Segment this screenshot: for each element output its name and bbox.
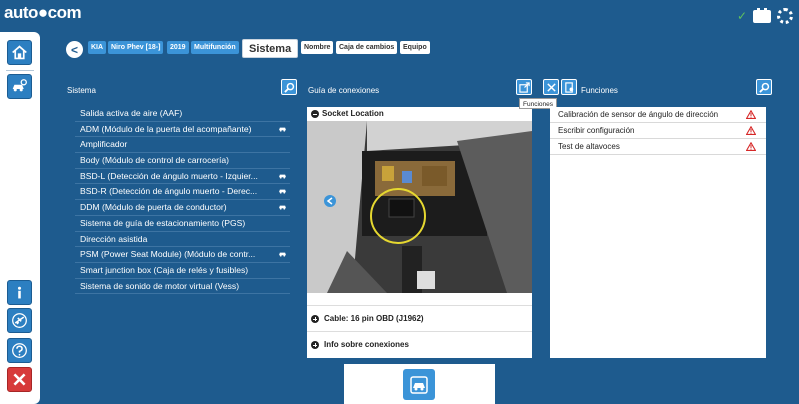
vehicle-connect-button[interactable] [403, 369, 435, 400]
loading-icon [777, 8, 793, 24]
funciones-panel: Calibración de sensor de ángulo de direc… [550, 107, 766, 358]
collapse-icon [311, 110, 319, 118]
help-button[interactable] [7, 338, 32, 363]
socket-location-label: Socket Location [322, 109, 384, 118]
funcion-label: Calibración de sensor de ángulo de direc… [558, 110, 719, 119]
sistema-item-label: Amplificador [80, 139, 128, 150]
document-settings-icon [564, 81, 573, 93]
help-icon [12, 343, 27, 358]
car-icon [279, 205, 286, 210]
top-bar: auto●com ✓ [0, 0, 799, 30]
sistema-item-label: DDM (Módulo de puerta de conductor) [80, 202, 227, 213]
sistema-list-item[interactable]: Smart junction box (Caja de relés y fusi… [75, 263, 290, 279]
vehicle-settings-button[interactable] [7, 74, 32, 99]
info-conexiones-label: Info sobre conexiones [324, 340, 409, 349]
car-diagnostic-icon [410, 375, 428, 394]
check-icon: ✓ [736, 9, 747, 23]
socket-location-photo [307, 121, 532, 293]
sistema-item-label: PSM (Power Seat Module) (Módulo de contr… [80, 249, 256, 260]
guia-panel: Socket Location Cable: 16 pin OBD (J1962… [307, 107, 532, 358]
expand-icon [311, 341, 319, 349]
tab-nombre[interactable]: Nombre [301, 41, 334, 54]
car-icon [279, 127, 286, 132]
photo-prev-button[interactable] [323, 194, 337, 208]
funciones-title: Funciones [581, 86, 618, 95]
external-link-icon [518, 81, 530, 93]
car-icon [279, 174, 286, 179]
sistema-list-item[interactable]: BSD-R (Detección de ángulo muerto - Dere… [75, 184, 290, 201]
funciones-list: Calibración de sensor de ángulo de direc… [550, 107, 766, 155]
sistema-list-item[interactable]: ADM (Módulo de la puerta del acompañante… [75, 122, 290, 138]
sistema-list-item[interactable]: BSD-L (Detección de ángulo muerto - Izqu… [75, 169, 290, 185]
breadcrumb-category[interactable]: Multifunción [191, 41, 239, 54]
car-icon [279, 252, 286, 257]
sistema-list-item[interactable]: DDM (Módulo de puerta de conductor) [75, 200, 290, 216]
close-icon [13, 373, 26, 386]
close-button[interactable] [7, 367, 32, 392]
sistema-search-button[interactable] [281, 79, 297, 95]
home-icon [12, 45, 27, 60]
info-conexiones-section[interactable]: Info sobre conexiones [307, 331, 532, 356]
breadcrumb-year[interactable]: 2019 [167, 41, 189, 54]
sistema-list-item[interactable]: Amplificador [75, 137, 290, 154]
funciones-search-button[interactable] [756, 79, 772, 95]
sistema-item-label: Salida activa de aire (AAF) [80, 108, 183, 118]
sistema-item-label: BSD-R (Detección de ángulo muerto - Dere… [80, 186, 258, 197]
expand-icon [311, 315, 319, 323]
sistema-list: Salida activa de aire (AAF) ADM (Módulo d… [75, 106, 290, 295]
sidebar-divider [6, 70, 34, 71]
socket-location-header[interactable]: Socket Location [307, 107, 532, 121]
sistema-list-item[interactable]: Salida activa de aire (AAF) [75, 106, 290, 122]
sistema-item-label: Body (Módulo de control de carrocería) [80, 155, 230, 166]
sistema-item-label: Dirección asistida [80, 233, 148, 244]
tab-equipo[interactable]: Equipo [400, 41, 430, 54]
back-button[interactable]: < [66, 41, 83, 58]
tools-icon [546, 82, 556, 92]
sistema-item-label: Sistema de sonido de motor virtual (Vess… [80, 280, 240, 291]
tools-button[interactable] [543, 79, 559, 95]
warning-icon [746, 142, 756, 151]
funcion-label: Escribir configuración [558, 126, 635, 135]
sistema-item-label: ADM (Módulo de la puerta del acompañante… [80, 123, 252, 134]
guia-title: Guía de conexiones [308, 86, 380, 95]
battery-icon[interactable] [753, 7, 771, 23]
sistema-list-item[interactable]: Body (Módulo de control de carrocería) [75, 153, 290, 169]
breadcrumb-make[interactable]: KIA [88, 41, 107, 54]
info-icon [17, 286, 22, 299]
funcion-label: Test de altavoces [558, 142, 620, 151]
search-icon [283, 82, 294, 93]
sistema-list-item[interactable]: Dirección asistida [75, 232, 290, 248]
status-icons: ✓ [736, 7, 793, 24]
breadcrumb-model[interactable]: Niro Phev [18-] [108, 41, 164, 54]
app-logo: auto●com [4, 3, 82, 22]
funciones-list-item[interactable]: Test de altavoces [550, 139, 766, 155]
warning-icon [746, 126, 756, 135]
car-icon [279, 190, 286, 194]
functions-button[interactable] [561, 79, 577, 95]
cable-label: Cable: 16 pin OBD (J1962) [324, 314, 424, 323]
funciones-list-item[interactable]: Escribir configuración [550, 123, 766, 139]
sistema-item-label: Sistema de guía de estacionamiento (PGS) [80, 217, 246, 228]
sistema-list-item[interactable]: PSM (Power Seat Module) (Módulo de contr… [75, 247, 290, 263]
car-gear-icon [12, 79, 27, 92]
sistema-list-item[interactable]: Sistema de sonido de motor virtual (Vess… [75, 279, 290, 295]
flight-button[interactable] [7, 308, 32, 333]
warning-icon [746, 110, 756, 119]
home-button[interactable] [7, 40, 32, 65]
tab-caja-cambios[interactable]: Caja de cambios [336, 41, 398, 54]
funciones-list-item[interactable]: Calibración de sensor de ángulo de direc… [550, 107, 766, 123]
airplane-icon [12, 313, 27, 328]
sistema-title: Sistema [67, 86, 96, 95]
search-icon [758, 82, 769, 93]
sistema-item-label: Smart junction box (Caja de relés y fusi… [80, 264, 249, 275]
info-button[interactable] [7, 280, 32, 305]
sistema-list-item[interactable]: Sistema de guía de estacionamiento (PGS) [75, 216, 290, 232]
guia-open-button[interactable] [516, 79, 532, 95]
cable-section[interactable]: Cable: 16 pin OBD (J1962) [307, 305, 532, 330]
breadcrumb-active: Sistema [242, 39, 299, 58]
sistema-item-label: BSD-L (Detección de ángulo muerto - Izqu… [80, 170, 258, 181]
left-sidebar [0, 32, 40, 404]
